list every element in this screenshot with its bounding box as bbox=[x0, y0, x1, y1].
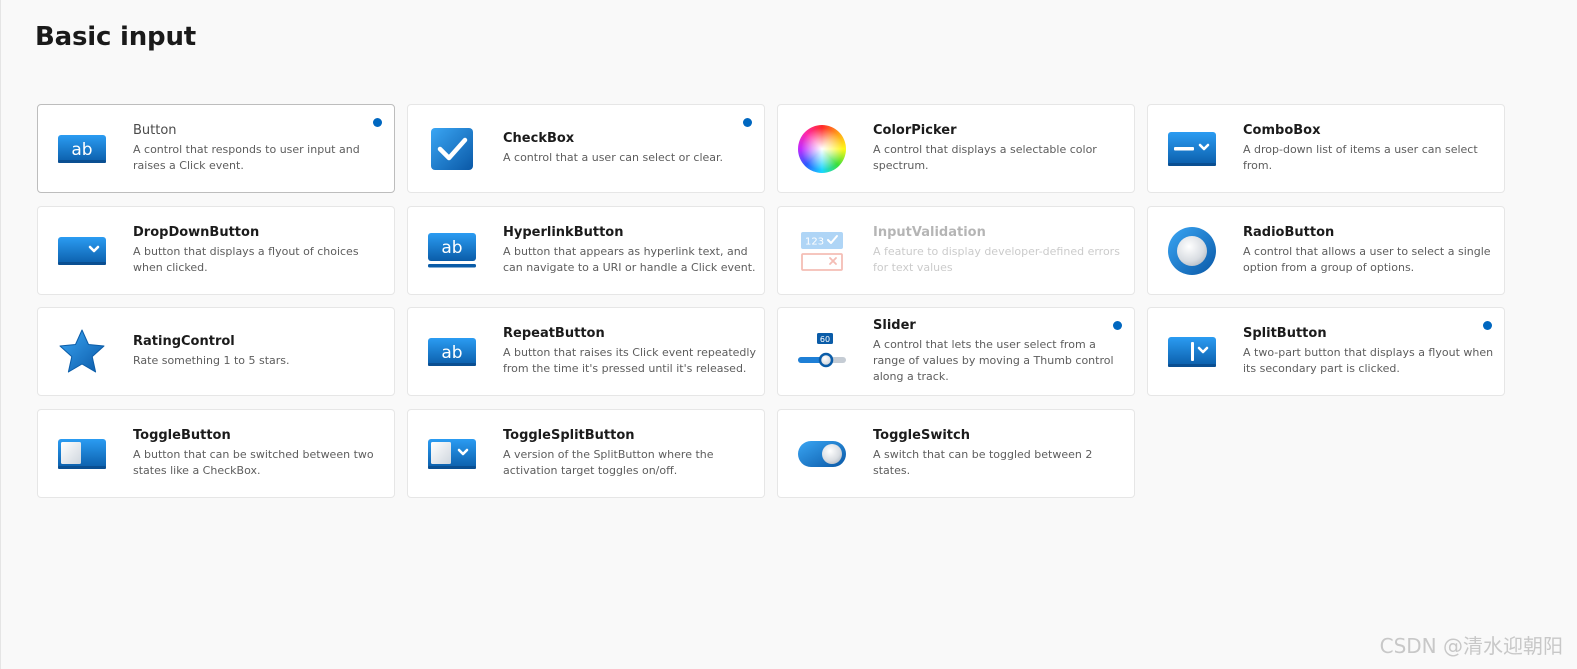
input-validation-icon: 123 bbox=[797, 227, 847, 275]
card-description: A control that displays a selectable col… bbox=[873, 143, 1097, 172]
card-ratingcontrol[interactable]: RatingControl Rate something 1 to 5 star… bbox=[37, 307, 395, 396]
repeat-button-icon: ab bbox=[427, 328, 477, 376]
new-indicator-dot bbox=[1483, 321, 1492, 330]
card-title: HyperlinkButton bbox=[503, 224, 624, 240]
card-description: A button that appears as hyperlink text,… bbox=[503, 244, 756, 274]
card-title: CheckBox bbox=[503, 131, 575, 146]
card-description: A button that can be switched between tw… bbox=[133, 447, 374, 477]
card-description: A drop-down list of items a user can sel… bbox=[1243, 143, 1478, 172]
card-splitbutton[interactable]: SplitButton A two-part button that displ… bbox=[1147, 307, 1505, 396]
card-slider[interactable]: 60 Slider A control that lets the user s… bbox=[777, 307, 1135, 396]
card-title: ToggleButton bbox=[133, 427, 231, 443]
svg-text:ab: ab bbox=[441, 238, 462, 258]
watermark: CSDN @清水迎朝阳 bbox=[1379, 634, 1563, 658]
card-title: DropDownButton bbox=[133, 224, 260, 240]
card-button[interactable]: ab Button A control that responds to use… bbox=[37, 104, 395, 193]
card-togglesplitbutton[interactable]: ToggleSplitButton A version of the Split… bbox=[407, 408, 765, 498]
card-description: A button that raises its Click event rep… bbox=[503, 346, 756, 375]
svg-text:123: 123 bbox=[805, 236, 824, 247]
card-togglebutton[interactable]: ToggleButton A button that can be switch… bbox=[37, 408, 395, 498]
card-radiobutton[interactable]: RadioButton A control that allows a user… bbox=[1147, 205, 1505, 295]
card-description: A control that lets the user select from… bbox=[873, 338, 1114, 383]
card-description: A control that a user can select or clea… bbox=[503, 151, 724, 164]
card-description: A button that displays a flyout of choic… bbox=[133, 244, 359, 274]
svg-text:ab: ab bbox=[71, 140, 92, 160]
card-checkbox[interactable]: CheckBox A control that a user can selec… bbox=[407, 104, 765, 193]
new-indicator-dot bbox=[373, 118, 382, 127]
hyperlink-button-icon: ab bbox=[427, 227, 477, 275]
card-title: SplitButton bbox=[1243, 326, 1327, 341]
card-description: A control that allows a user to select a… bbox=[1243, 244, 1491, 274]
card-dropdownbutton[interactable]: DropDownButton A button that displays a … bbox=[37, 205, 395, 295]
card-combobox[interactable]: ComboBox A drop-down list of items a use… bbox=[1147, 104, 1505, 193]
button-ab-icon: ab bbox=[57, 125, 107, 173]
card-description: Rate something 1 to 5 stars. bbox=[133, 354, 290, 367]
svg-text:ab: ab bbox=[441, 343, 462, 363]
star-icon bbox=[57, 328, 107, 376]
new-indicator-dot bbox=[743, 118, 752, 127]
card-title: Slider bbox=[873, 318, 916, 333]
page-title: Basic input bbox=[35, 22, 196, 52]
card-title: Button bbox=[133, 123, 177, 138]
card-description: A feature to display developer-defined e… bbox=[873, 244, 1120, 274]
card-title: RatingControl bbox=[133, 334, 235, 349]
combobox-icon bbox=[1167, 125, 1217, 173]
card-title: ToggleSplitButton bbox=[503, 427, 635, 443]
checkbox-icon bbox=[427, 125, 477, 173]
radio-button-icon bbox=[1167, 226, 1217, 275]
new-indicator-dot bbox=[1113, 321, 1122, 330]
card-description: A version of the SplitButton where the a… bbox=[503, 447, 714, 477]
dropdown-button-icon bbox=[57, 227, 107, 275]
card-colorpicker[interactable]: ColorPicker A control that displays a se… bbox=[777, 104, 1135, 193]
card-description: A switch that can be toggled between 2 s… bbox=[873, 447, 1093, 477]
toggle-button-icon bbox=[57, 430, 107, 478]
card-title: ComboBox bbox=[1243, 123, 1321, 138]
card-description: A two-part button that displays a flyout… bbox=[1243, 346, 1494, 375]
card-title: RadioButton bbox=[1243, 224, 1335, 240]
slider-icon: 60 bbox=[797, 328, 847, 376]
toggle-switch-icon bbox=[797, 430, 847, 478]
window-left-edge bbox=[0, 0, 1, 669]
card-title: ToggleSwitch bbox=[873, 427, 970, 443]
svg-text:60: 60 bbox=[820, 335, 830, 344]
card-description: A control that responds to user input an… bbox=[133, 143, 360, 172]
card-title: RepeatButton bbox=[503, 326, 605, 341]
color-wheel-icon bbox=[797, 125, 847, 173]
card-hyperlinkbutton[interactable]: ab HyperlinkButton A button that appears… bbox=[407, 205, 765, 295]
card-title: ColorPicker bbox=[873, 123, 957, 138]
card-repeatbutton[interactable]: ab RepeatButton A button that raises its… bbox=[407, 307, 765, 396]
card-toggleswitch[interactable]: ToggleSwitch A switch that can be toggle… bbox=[777, 408, 1135, 498]
card-title: InputValidation bbox=[873, 224, 986, 240]
toggle-split-button-icon bbox=[427, 430, 477, 478]
control-grid: ab Button A control that responds to use… bbox=[37, 104, 1505, 498]
split-button-icon bbox=[1167, 328, 1217, 376]
card-inputvalidation: 123 InputValidation A feature to display… bbox=[777, 205, 1135, 295]
